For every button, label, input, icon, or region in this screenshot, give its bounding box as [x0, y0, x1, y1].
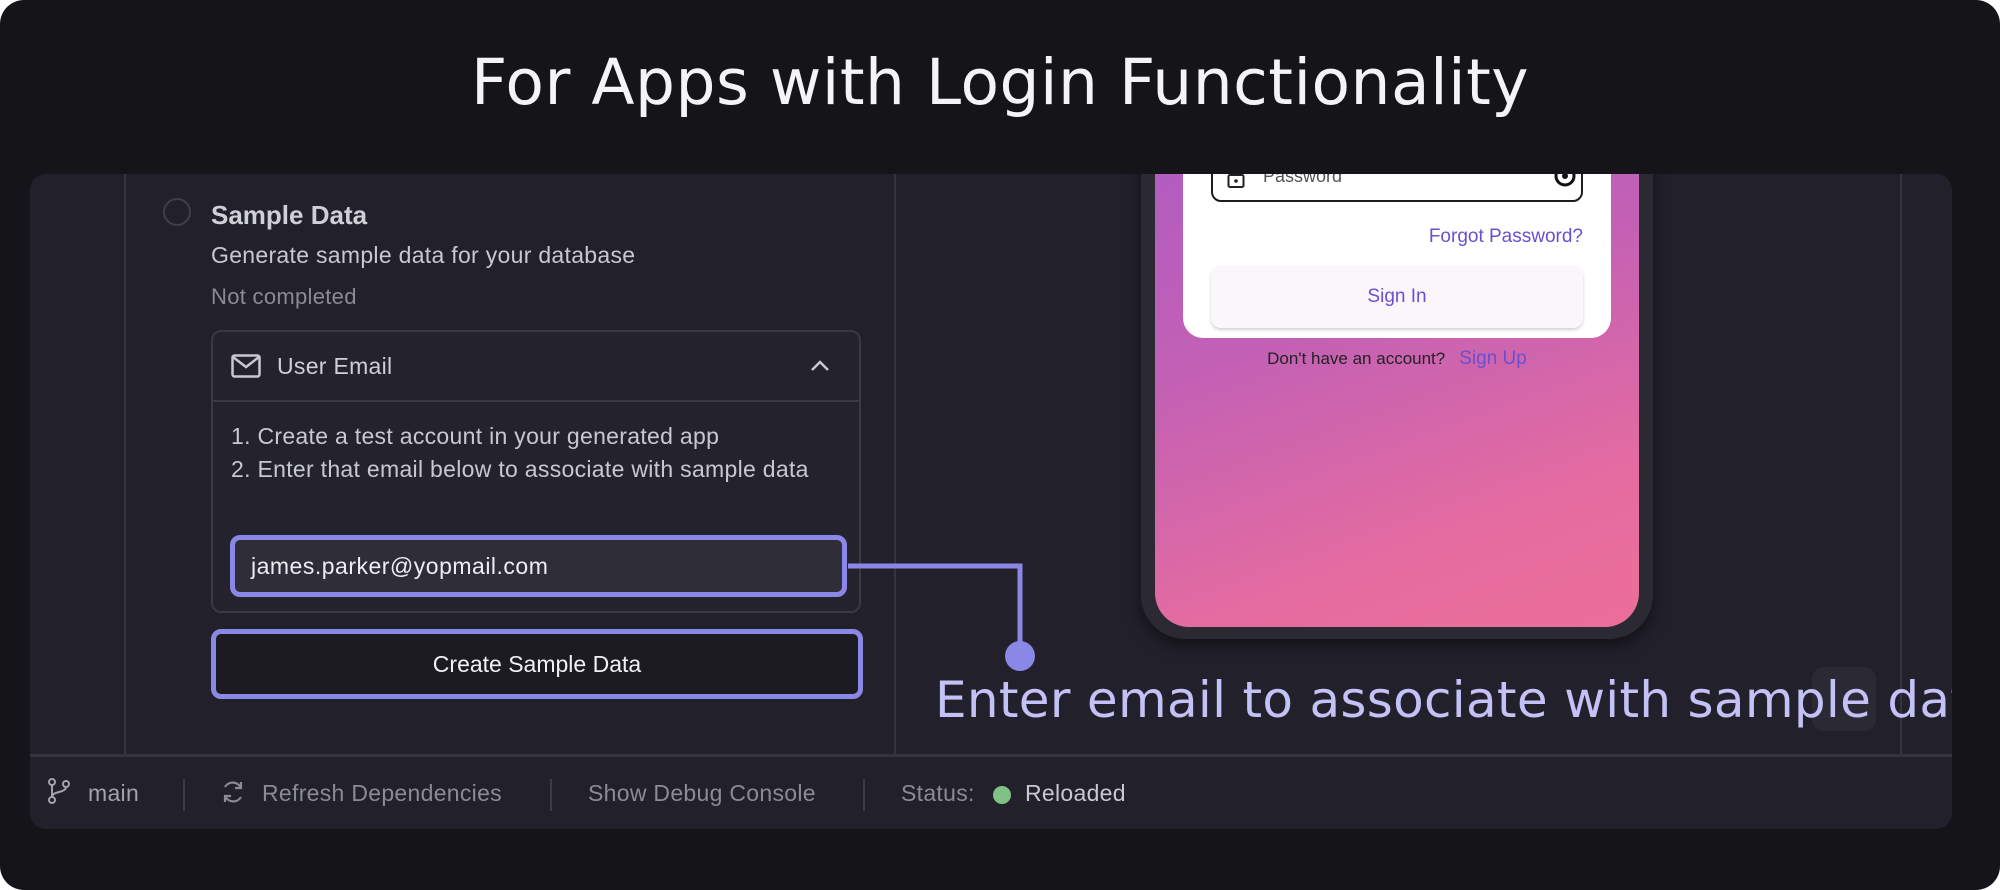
phone-screen: Password Forgot Password? Sign In Don't … — [1155, 174, 1639, 627]
forgot-password-link[interactable]: Forgot Password? — [1183, 226, 1583, 248]
instruction-1: 1. Create a test account in your generat… — [231, 423, 720, 449]
phone-preview: Password Forgot Password? Sign In Don't … — [1141, 174, 1653, 639]
status-value: Reloaded — [1025, 780, 1126, 806]
user-email-card-header[interactable]: User Email — [213, 332, 859, 402]
email-instructions: 1. Create a test account in your generat… — [231, 420, 841, 486]
email-field[interactable]: james.parker@yopmail.com — [230, 535, 847, 597]
divider-left — [124, 174, 126, 754]
password-field[interactable]: Password — [1211, 174, 1583, 202]
divider-right — [1900, 174, 1902, 754]
statusbar: main Refresh Dependencies Show Debug Con… — [30, 757, 1952, 829]
step-status: Not completed — [211, 284, 357, 309]
step-title: Sample Data — [211, 200, 368, 230]
lock-icon — [1227, 174, 1245, 188]
refresh-dependencies-button[interactable]: Refresh Dependencies — [262, 780, 502, 807]
step-description: Generate sample data for your database — [211, 242, 636, 268]
signup-row: Don't have an account? Sign Up — [1183, 348, 1611, 370]
status-indicator — [993, 786, 1011, 804]
create-sample-data-button[interactable]: Create Sample Data — [211, 629, 863, 699]
no-account-text: Don't have an account? — [1267, 349, 1446, 368]
editor-panel: Sample Data Generate sample data for you… — [30, 174, 1952, 829]
divider-middle — [894, 174, 896, 754]
branch-name[interactable]: main — [88, 780, 139, 807]
callout-text: Enter email to associate with sample dat… — [935, 671, 1952, 729]
chevron-up-icon[interactable] — [809, 357, 831, 375]
statusbar-separator — [183, 779, 185, 811]
password-placeholder: Password — [1263, 174, 1343, 186]
refresh-icon — [223, 781, 243, 803]
statusbar-separator — [863, 779, 865, 811]
instruction-2: 2. Enter that email below to associate w… — [231, 456, 809, 482]
user-email-title: User Email — [277, 353, 393, 379]
sign-up-link[interactable]: Sign Up — [1459, 348, 1527, 369]
step-radio[interactable] — [163, 198, 191, 226]
login-card: Password Forgot Password? Sign In Don't … — [1183, 174, 1611, 369]
frame: For Apps with Login Functionality Sample… — [0, 0, 2000, 890]
status-label: Status: — [901, 780, 975, 806]
headline: For Apps with Login Functionality — [470, 46, 1530, 119]
show-debug-console-button[interactable]: Show Debug Console — [588, 780, 816, 807]
mail-icon — [231, 354, 261, 378]
eye-icon[interactable] — [1553, 174, 1577, 188]
git-branch-icon — [48, 778, 70, 804]
statusbar-separator — [550, 779, 552, 811]
sign-in-button[interactable]: Sign In — [1211, 266, 1583, 328]
